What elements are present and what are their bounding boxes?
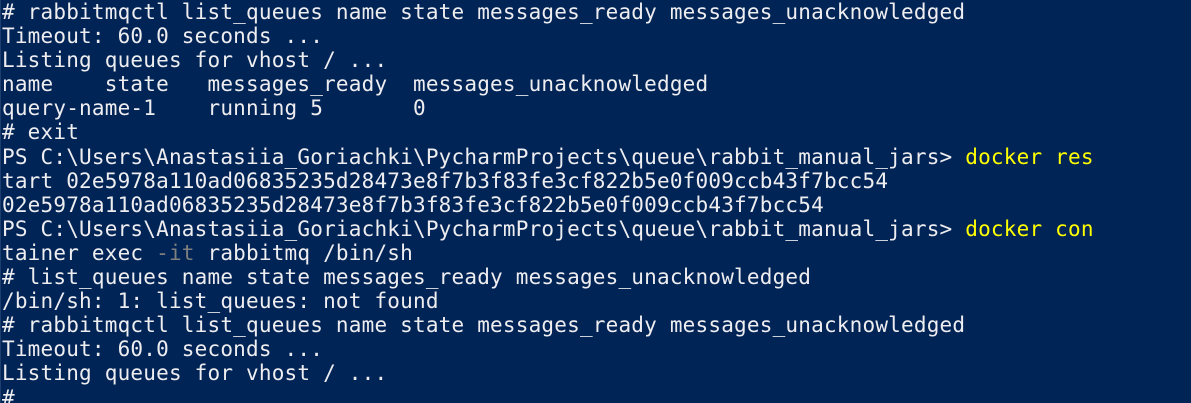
output-text: 02e5978a110ad06835235d28473e8f7b3f83fe3c… xyxy=(2,192,824,217)
left-edge-guide xyxy=(0,0,1,403)
output-text: tainer exec xyxy=(2,240,157,265)
terminal-output[interactable]: # rabbitmqctl list_queues name state mes… xyxy=(2,0,1191,403)
terminal-line: # xyxy=(2,386,1191,403)
terminal-line: # list_queues name state messages_ready … xyxy=(2,265,1191,289)
terminal-line: Timeout: 60.0 seconds ... xyxy=(2,24,1191,48)
output-text: # xyxy=(2,385,15,403)
output-text: # rabbitmqctl list_queues name state mes… xyxy=(2,0,966,24)
terminal-line: # exit xyxy=(2,120,1191,144)
output-text: PS C:\Users\Anastasiia_Goriachki\Pycharm… xyxy=(2,216,966,241)
output-text: Listing queues for vhost / ... xyxy=(2,48,388,73)
output-text: # rabbitmqctl list_queues name state mes… xyxy=(2,313,966,338)
output-text: # list_queues name state messages_ready … xyxy=(2,265,812,290)
output-text: # exit xyxy=(2,120,80,145)
terminal-line: PS C:\Users\Anastasiia_Goriachki\Pycharm… xyxy=(2,145,1191,169)
output-text: name state messages_ready messages_unack… xyxy=(2,72,709,97)
terminal-line: PS C:\Users\Anastasiia_Goriachki\Pycharm… xyxy=(2,217,1191,241)
terminal-line: # rabbitmqctl list_queues name state mes… xyxy=(2,0,1191,24)
terminal-line: name state messages_ready messages_unack… xyxy=(2,72,1191,96)
output-text: PS C:\Users\Anastasiia_Goriachki\Pycharm… xyxy=(2,144,966,169)
terminal-line: # rabbitmqctl list_queues name state mes… xyxy=(2,313,1191,337)
output-text: tart 02e5978a110ad06835235d28473e8f7b3f8… xyxy=(2,168,889,193)
output-text: rabbitmq /bin/sh xyxy=(194,240,413,265)
terminal-line: query-name-1 running 5 0 xyxy=(2,96,1191,120)
parameter-token: -it xyxy=(156,240,195,265)
terminal-line: Listing queues for vhost / ... xyxy=(2,48,1191,72)
output-text: Listing queues for vhost / ... xyxy=(2,361,388,386)
terminal-line: tart 02e5978a110ad06835235d28473e8f7b3f8… xyxy=(2,169,1191,193)
output-text: Timeout: 60.0 seconds ... xyxy=(2,337,324,362)
terminal-line: Timeout: 60.0 seconds ... xyxy=(2,337,1191,361)
command-token: docker con xyxy=(965,216,1094,241)
output-text: /bin/sh: 1: list_queues: not found xyxy=(2,289,439,314)
terminal-line: /bin/sh: 1: list_queues: not found xyxy=(2,289,1191,313)
output-text: query-name-1 running 5 0 xyxy=(2,96,426,121)
terminal-line: tainer exec -it rabbitmq /bin/sh xyxy=(2,241,1191,265)
output-text: Timeout: 60.0 seconds ... xyxy=(2,24,324,49)
command-token: docker res xyxy=(965,144,1094,169)
terminal-line: 02e5978a110ad06835235d28473e8f7b3f83fe3c… xyxy=(2,193,1191,217)
terminal-window[interactable]: # rabbitmqctl list_queues name state mes… xyxy=(0,0,1191,403)
terminal-line: Listing queues for vhost / ... xyxy=(2,361,1191,385)
